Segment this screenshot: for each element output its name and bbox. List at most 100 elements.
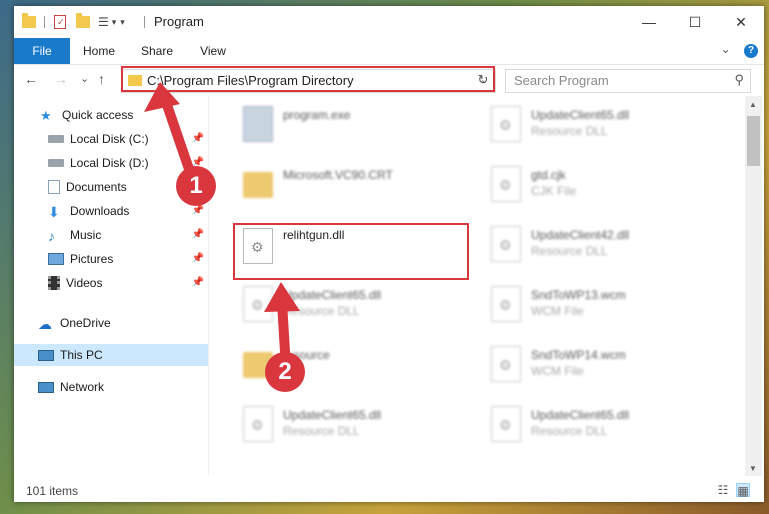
window-title: Program bbox=[154, 14, 204, 29]
tab-home[interactable]: Home bbox=[74, 38, 124, 64]
file-type: CJK File bbox=[531, 184, 577, 198]
pin-icon: 📌 bbox=[191, 229, 204, 240]
file-name: Microsoft.VC90.CRT bbox=[283, 168, 393, 182]
back-button[interactable]: ← bbox=[24, 71, 38, 87]
details-view-icon[interactable]: ☷ bbox=[716, 483, 730, 497]
sidebar-item-quick-access[interactable]: ★ Quick access bbox=[14, 104, 208, 126]
sidebar-item-videos[interactable]: Videos 📌 bbox=[14, 272, 208, 294]
list-item[interactable]: UpdateClient65.dll Resource DLL bbox=[475, 398, 710, 448]
help-icon[interactable]: ? bbox=[744, 44, 758, 58]
list-item[interactable]: UpdateClient65.dll Resource DLL bbox=[475, 98, 710, 148]
search-box[interactable]: Search Program ⚲ bbox=[505, 69, 751, 93]
list-item[interactable]: UpdateClient42.dll Resource DLL bbox=[475, 218, 710, 268]
network-icon bbox=[38, 381, 54, 393]
scroll-down-icon[interactable]: ▼ bbox=[749, 464, 757, 473]
properties-icon[interactable]: ✓ bbox=[54, 15, 66, 29]
cloud-icon: ☁ bbox=[38, 316, 52, 332]
sidebar-item-this-pc[interactable]: This PC bbox=[14, 344, 208, 366]
step-marker-1: 1 bbox=[176, 166, 216, 206]
pin-icon: 📌 bbox=[191, 253, 204, 264]
file-type: Resource DLL bbox=[531, 244, 608, 258]
file-type: Resource DLL bbox=[531, 124, 608, 138]
videos-icon bbox=[48, 276, 60, 290]
new-folder-icon[interactable] bbox=[76, 13, 90, 28]
list-item[interactable]: SndToWP13.wcm WCM File bbox=[475, 278, 710, 328]
sidebar-item-label: Videos bbox=[66, 276, 103, 290]
explorer-window: ✓ ☰ ▾ ▾ Program — ☐ ✕ File Home Share Vi… bbox=[14, 6, 764, 502]
address-highlight-box bbox=[121, 66, 495, 92]
quick-access-customize: ☰ ▾ ▾ bbox=[98, 12, 125, 32]
folder-icon[interactable] bbox=[22, 13, 36, 28]
sidebar-item-label: Documents bbox=[66, 180, 127, 194]
large-icons-view-icon[interactable]: ▦ bbox=[736, 483, 750, 498]
search-icon[interactable]: ⚲ bbox=[734, 72, 744, 88]
scroll-up-icon[interactable]: ▲ bbox=[749, 100, 757, 109]
forward-button[interactable]: → bbox=[54, 71, 68, 87]
close-button[interactable]: ✕ bbox=[718, 6, 764, 38]
list-item[interactable]: resource bbox=[227, 338, 462, 388]
exe-icon bbox=[243, 106, 273, 142]
file-highlight-box bbox=[233, 223, 469, 280]
recent-locations-button[interactable]: ⌄ bbox=[80, 72, 89, 85]
file-icon bbox=[491, 346, 521, 382]
file-icon bbox=[491, 286, 521, 322]
list-view-icon[interactable]: ☰ bbox=[98, 15, 109, 29]
file-icon bbox=[491, 166, 521, 202]
ribbon-tabs: File Home Share View ⌄ ? bbox=[14, 38, 764, 65]
sidebar-item-local-disk-c[interactable]: Local Disk (C:) 📌 bbox=[14, 128, 208, 150]
file-name: UpdateClient65.dll bbox=[531, 408, 630, 422]
file-name: UpdateClient65.dll bbox=[283, 408, 382, 422]
sidebar-item-music[interactable]: ♪ Music 📌 bbox=[14, 224, 208, 246]
pin-icon: 📌 bbox=[191, 277, 204, 288]
sidebar-item-label: Quick access bbox=[62, 108, 134, 122]
download-icon: ⬇ bbox=[48, 204, 60, 220]
file-name: UpdateClient65.dll bbox=[531, 108, 630, 122]
dll-icon bbox=[491, 106, 521, 142]
sidebar-item-network[interactable]: Network bbox=[14, 376, 208, 398]
file-name: program.exe bbox=[283, 108, 351, 122]
list-item[interactable]: Microsoft.VC90.CRT bbox=[227, 158, 462, 208]
search-input[interactable]: Search Program bbox=[514, 73, 609, 88]
list-item[interactable]: SndToWP14.wcm WCM File bbox=[475, 338, 710, 388]
file-type: WCM File bbox=[531, 364, 584, 378]
up-button[interactable]: ↑ bbox=[98, 71, 105, 87]
expand-ribbon-icon[interactable]: ⌄ bbox=[721, 42, 731, 56]
maximize-button[interactable]: ☐ bbox=[672, 6, 718, 38]
list-item[interactable]: UpdateClient65.dll Resource DLL bbox=[227, 398, 462, 448]
sidebar-item-label: Local Disk (C:) bbox=[70, 132, 149, 146]
quick-access-newfolder bbox=[76, 12, 90, 32]
sidebar-item-label: Downloads bbox=[70, 204, 130, 218]
quick-access-properties: ✓ bbox=[54, 12, 66, 32]
tab-view[interactable]: View bbox=[190, 38, 236, 64]
sidebar-item-pictures[interactable]: Pictures 📌 bbox=[14, 248, 208, 270]
tab-file[interactable]: File bbox=[14, 38, 70, 64]
file-name: UpdateClient65.dll bbox=[283, 288, 382, 302]
scrollbar-thumb[interactable] bbox=[747, 116, 760, 166]
tab-share[interactable]: Share bbox=[132, 38, 182, 64]
sidebar-item-label: Local Disk (D:) bbox=[70, 156, 149, 170]
sidebar-item-label: Music bbox=[70, 228, 102, 242]
file-type: WCM File bbox=[531, 304, 584, 318]
minimize-button[interactable]: — bbox=[626, 6, 672, 38]
item-count: 101 items bbox=[26, 484, 79, 498]
pin-icon: 📌 bbox=[191, 205, 204, 216]
title-bar: ✓ ☰ ▾ ▾ Program — ☐ ✕ bbox=[14, 6, 764, 38]
customize-chevron-icon[interactable]: ▾ bbox=[120, 17, 125, 28]
list-item[interactable]: UpdateClient65.dll Resource DLL bbox=[227, 278, 462, 328]
sidebar-item-downloads[interactable]: ⬇ Downloads 📌 bbox=[14, 200, 208, 222]
folder-icon bbox=[243, 172, 273, 198]
file-name: SndToWP14.wcm bbox=[531, 348, 626, 362]
drive-icon bbox=[48, 135, 64, 143]
sidebar-item-label: Network bbox=[60, 380, 105, 394]
dll-icon bbox=[491, 406, 521, 442]
chevron-down-icon[interactable]: ▾ bbox=[112, 17, 117, 28]
sidebar-item-onedrive[interactable]: ☁ OneDrive bbox=[14, 312, 208, 334]
sidebar-item-local-disk-d[interactable]: Local Disk (D:) 📌 bbox=[14, 152, 208, 174]
list-item[interactable]: gtd.cjk CJK File bbox=[475, 158, 710, 208]
status-bar: 101 items ☷ ▦ bbox=[14, 478, 764, 502]
file-name: UpdateClient42.dll bbox=[531, 228, 630, 242]
vertical-scrollbar[interactable]: ▲ ▼ bbox=[745, 96, 762, 476]
file-list: program.exe UpdateClient65.dll Resource … bbox=[219, 96, 739, 476]
dll-icon bbox=[243, 286, 273, 322]
list-item[interactable]: program.exe bbox=[227, 98, 462, 148]
